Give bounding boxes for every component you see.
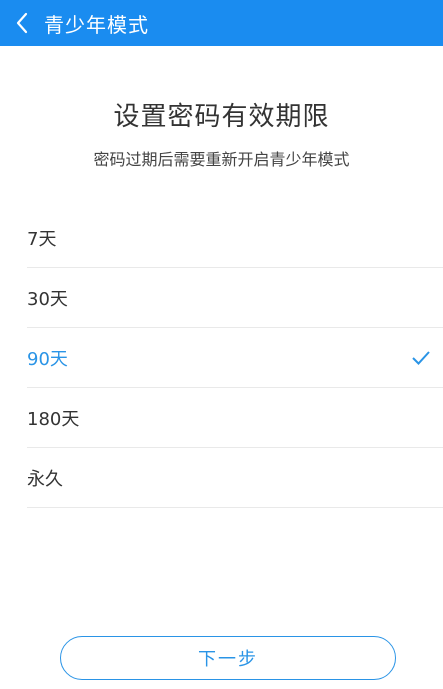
back-button[interactable] (0, 0, 44, 46)
chevron-left-icon (16, 12, 28, 34)
section-subheading: 密码过期后需要重新开启青少年模式 (93, 150, 350, 169)
option-permanent[interactable]: 永久 (27, 448, 443, 508)
option-180-days[interactable]: 180天 (27, 388, 443, 448)
option-90-days[interactable]: 90天 (27, 328, 443, 388)
option-label: 180天 (27, 408, 80, 430)
duration-options-list: 7天 30天 90天 180天 永久 (27, 208, 443, 508)
next-step-button[interactable]: 下一步 (60, 636, 396, 680)
option-label: 90天 (27, 348, 68, 370)
section-heading: 设置密码有效期限 (113, 102, 330, 132)
option-7-days[interactable]: 7天 (27, 208, 443, 268)
option-label: 7天 (27, 228, 57, 250)
option-label: 30天 (27, 288, 68, 310)
top-bar: 青少年模式 (0, 0, 443, 46)
option-30-days[interactable]: 30天 (27, 268, 443, 328)
option-label: 永久 (27, 468, 63, 490)
page-title: 青少年模式 (44, 12, 149, 37)
check-icon (412, 350, 430, 365)
